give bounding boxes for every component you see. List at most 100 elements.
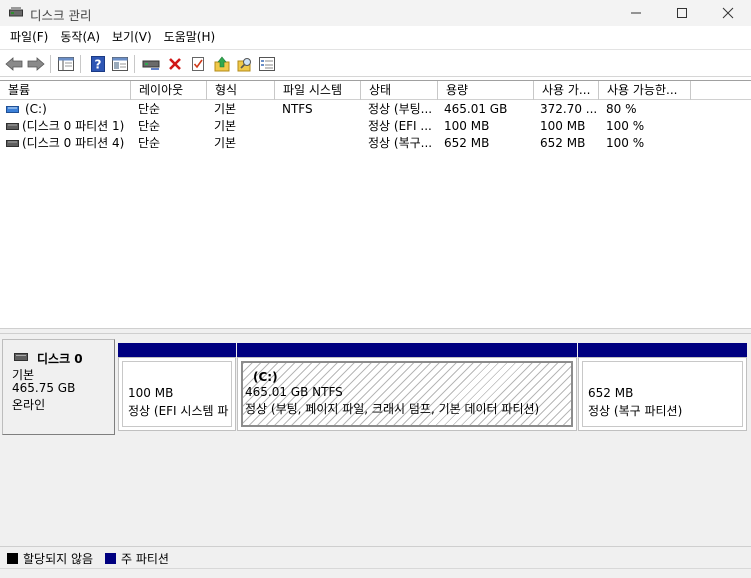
cell-file-system: NTFS — [282, 102, 313, 116]
partition-recovery[interactable]: 652 MB 정상 (복구 파티션) — [578, 343, 747, 431]
minimize-button[interactable] — [613, 0, 659, 26]
column-layout[interactable]: 레이아웃 — [131, 81, 207, 100]
table-row[interactable]: (디스크 0 파티션 1) 단순 기본 정상 (EFI ... 100 MB 1… — [0, 118, 751, 135]
details-icon — [259, 57, 275, 71]
cell-percent-free: 100 % — [606, 119, 645, 133]
up-arrow-icon — [214, 56, 230, 72]
cell-status: 정상 (부팅... — [368, 102, 433, 116]
toolbar-separator — [134, 55, 135, 73]
disk-icon — [14, 353, 28, 361]
cell-type: 기본 — [214, 119, 237, 133]
disk-status: 온라인 — [12, 398, 46, 412]
disk-size: 465.75 GB — [12, 381, 76, 395]
cell-layout: 단순 — [138, 102, 161, 116]
legend-unallocated-swatch — [7, 553, 18, 564]
check-icon — [192, 57, 204, 71]
partition-c[interactable]: (C:) 465.01 GB NTFS 정상 (부팅, 페이지 파일, 크래시 … — [237, 343, 577, 431]
cell-file-system — [282, 118, 358, 135]
console-tree-icon — [58, 57, 74, 71]
primary-partition-bar — [237, 343, 577, 357]
legend: 할당되지 않음 주 파티션 — [0, 546, 751, 568]
menu-file[interactable]: 파일(F) — [4, 26, 54, 49]
up-level-button[interactable] — [212, 54, 232, 74]
window-title: 디스크 관리 — [30, 8, 92, 23]
cell-free-space: 372.70 ... — [540, 102, 598, 116]
back-icon — [5, 57, 23, 71]
disk-graphical-view: 디스크 0 기본 465.75 GB 온라인 100 MB 정상 (EFI 시스… — [0, 334, 751, 546]
volume-icon — [6, 140, 19, 147]
cell-type: 기본 — [214, 102, 237, 116]
cell-free-space: 652 MB — [540, 136, 586, 150]
cell-percent-free: 80 % — [606, 102, 637, 116]
partition-size: 652 MB — [588, 386, 634, 400]
cell-file-system — [282, 135, 358, 152]
cell-percent-free: 100 % — [606, 136, 645, 150]
column-type[interactable]: 형식 — [207, 81, 275, 100]
connect-disk-icon — [142, 60, 160, 70]
forward-button[interactable] — [26, 54, 46, 74]
partition-size: 100 MB — [128, 386, 174, 400]
cell-layout: 단순 — [138, 136, 161, 150]
toolbar: ? — [0, 49, 751, 77]
connect-disk-button[interactable] — [141, 54, 161, 74]
search-icon — [237, 58, 251, 72]
disk-name: 디스크 0 — [37, 352, 83, 366]
cell-capacity: 100 MB — [444, 119, 490, 133]
column-capacity[interactable]: 용량 — [438, 81, 534, 100]
legend-unallocated-label: 할당되지 않음 — [23, 552, 94, 566]
details-button[interactable] — [257, 54, 277, 74]
column-volume[interactable]: 볼륨 — [0, 81, 131, 100]
toolbar-separator — [80, 55, 81, 73]
table-row[interactable]: (C:) 단순 기본 NTFS 정상 (부팅... 465.01 GB 372.… — [0, 101, 751, 118]
partition-status: 정상 (부팅, 페이지 파일, 크래시 덤프, 기본 데이터 파티션) — [245, 402, 540, 416]
legend-primary-swatch — [105, 553, 116, 564]
volume-list-header: 볼륨 레이아웃 형식 파일 시스템 상태 용량 사용 가... 사용 가능한..… — [0, 81, 751, 100]
volume-list: 볼륨 레이아웃 형식 파일 시스템 상태 용량 사용 가... 사용 가능한..… — [0, 80, 751, 328]
partition-size: 465.01 GB NTFS — [245, 385, 343, 399]
help-icon: ? — [91, 56, 105, 72]
minimize-icon — [631, 12, 641, 14]
help-button[interactable]: ? — [88, 54, 108, 74]
delete-icon — [169, 58, 181, 70]
cell-layout: 단순 — [138, 119, 161, 133]
cell-capacity: 652 MB — [444, 136, 490, 150]
search-button[interactable] — [235, 54, 255, 74]
check-button[interactable] — [188, 54, 208, 74]
cell-free-space: 100 MB — [540, 119, 586, 133]
cell-capacity: 465.01 GB — [444, 102, 508, 116]
properties-button[interactable] — [110, 54, 130, 74]
cell-volume: (디스크 0 파티션 1) — [22, 119, 125, 133]
console-tree-button[interactable] — [56, 54, 76, 74]
primary-partition-bar — [578, 343, 747, 357]
maximize-button[interactable] — [659, 0, 705, 26]
partition-status: 정상 (복구 파티션) — [588, 404, 683, 418]
back-button[interactable] — [4, 54, 24, 74]
properties-icon — [112, 57, 128, 71]
maximize-icon — [677, 8, 687, 18]
menu-help[interactable]: 도움말(H) — [158, 26, 222, 49]
delete-button[interactable] — [165, 54, 185, 74]
volume-icon — [6, 106, 19, 113]
menu-action[interactable]: 동작(A) — [54, 26, 106, 49]
title-bar: 디스크 관리 — [0, 0, 751, 26]
column-file-system[interactable]: 파일 시스템 — [275, 81, 361, 100]
column-status[interactable]: 상태 — [361, 81, 438, 100]
partition-efi[interactable]: 100 MB 정상 (EFI 시스템 파 — [118, 343, 236, 431]
cell-volume: (C:) — [25, 102, 47, 116]
column-percent-free[interactable]: 사용 가능한... — [599, 81, 691, 100]
status-bar — [0, 568, 751, 578]
column-free-space[interactable]: 사용 가... — [534, 81, 599, 100]
primary-partition-bar — [118, 343, 236, 357]
menu-view[interactable]: 보기(V) — [106, 26, 158, 49]
cell-volume: (디스크 0 파티션 4) — [22, 136, 125, 150]
disk-0-label[interactable]: 디스크 0 기본 465.75 GB 온라인 — [2, 339, 115, 435]
forward-icon — [27, 57, 45, 71]
cell-status: 정상 (EFI ... — [368, 119, 432, 133]
close-icon — [722, 7, 734, 19]
table-row[interactable]: (디스크 0 파티션 4) 단순 기본 정상 (복구... 652 MB 652… — [0, 135, 751, 152]
toolbar-separator — [50, 55, 51, 73]
legend-primary-label: 주 파티션 — [121, 552, 169, 566]
disk-management-app-icon — [9, 6, 23, 19]
close-button[interactable] — [705, 0, 751, 26]
svg-text:?: ? — [95, 58, 102, 72]
